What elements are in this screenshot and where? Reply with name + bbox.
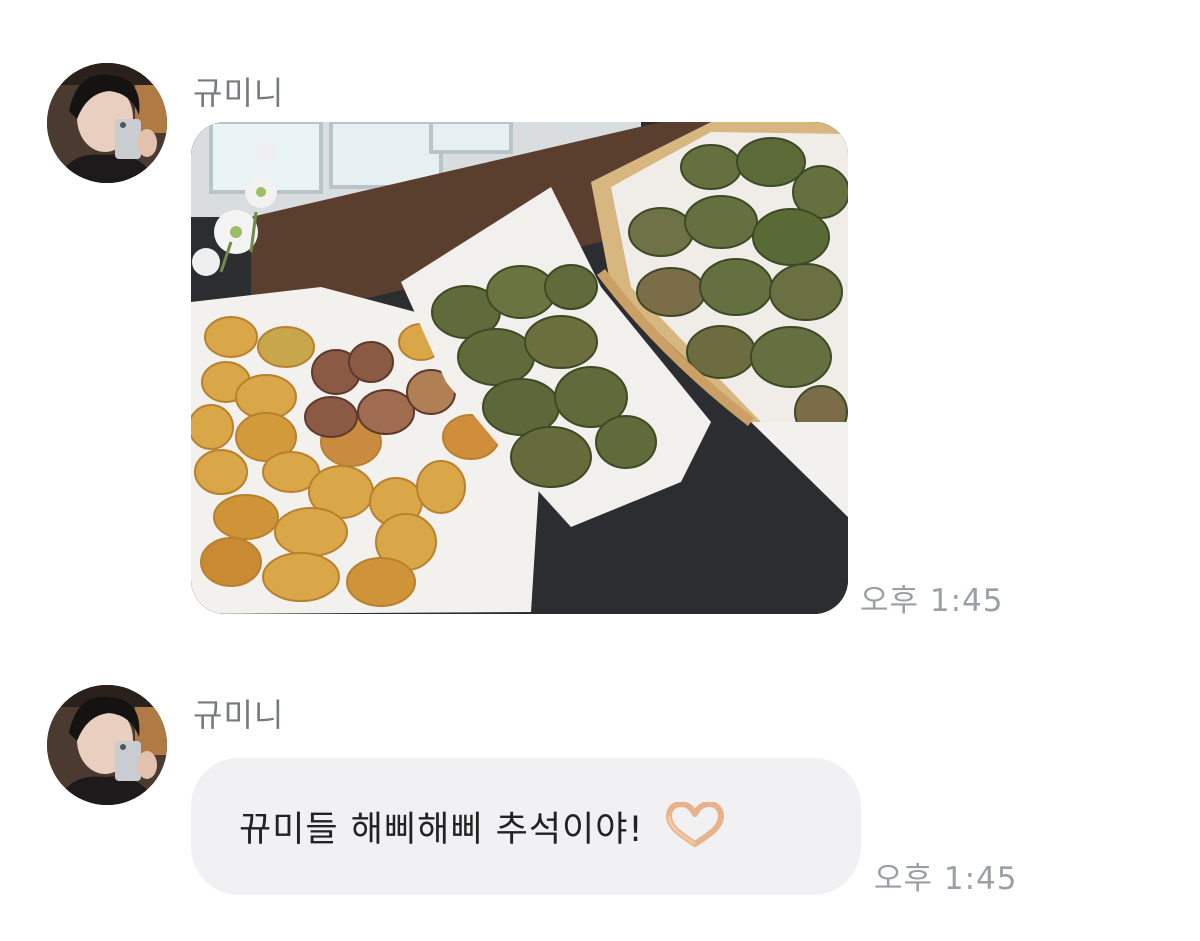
sender-name: 규미니: [193, 74, 285, 112]
chat-view: 규미니 오후 1:45 규미니 뀨미들 해삐해삐 추석이야! 오후 1:45: [0, 0, 1200, 941]
message-text: 뀨미들 해삐해삐 추석이야!: [239, 810, 644, 850]
message-time: 오후 1:45: [860, 583, 1004, 619]
message-time: 오후 1:45: [874, 861, 1018, 897]
message-photo[interactable]: [191, 122, 848, 614]
sender-avatar[interactable]: [47, 685, 167, 805]
hand-heart-icon: [665, 800, 725, 852]
message-bubble[interactable]: 뀨미들 해삐해삐 추석이야!: [191, 758, 861, 895]
sender-name: 규미니: [193, 696, 285, 734]
sender-avatar[interactable]: [47, 63, 167, 183]
